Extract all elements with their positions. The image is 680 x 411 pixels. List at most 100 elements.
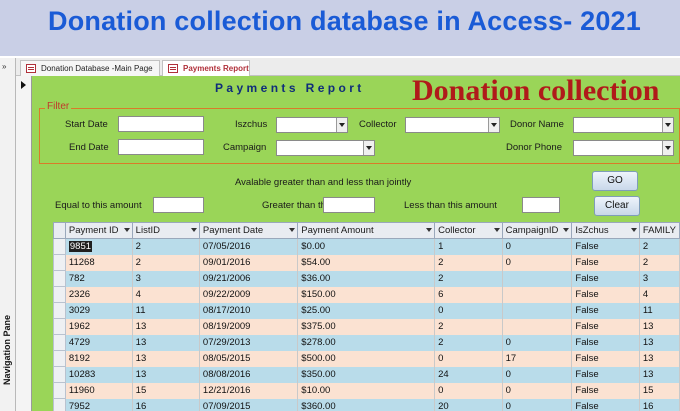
table-cell[interactable]: False	[571, 318, 640, 335]
column-header[interactable]: FAMILY	[638, 222, 680, 239]
table-row[interactable]: 782 3 09/21/2006 $36.00 2 False 3	[53, 270, 680, 287]
table-cell[interactable]: 11268	[65, 254, 133, 271]
start-date-input[interactable]	[118, 116, 204, 132]
table-cell[interactable]: False	[571, 334, 640, 351]
table-cell[interactable]: 07/05/2016	[199, 238, 299, 255]
table-row[interactable]: 7952 16 07/09/2015 $360.00 20 0 False 16	[53, 398, 680, 411]
row-selector[interactable]	[53, 302, 66, 319]
table-cell[interactable]: 13	[132, 366, 200, 383]
table-cell[interactable]: $0.00	[297, 238, 436, 255]
record-selector-strip[interactable]	[16, 76, 32, 411]
table-cell[interactable]: 0	[502, 254, 573, 271]
end-date-input[interactable]	[118, 139, 204, 155]
column-header[interactable]: ListID	[131, 222, 200, 239]
table-cell[interactable]: $25.00	[297, 302, 436, 319]
clear-button[interactable]: Clear	[594, 196, 640, 216]
table-cell[interactable]: 13	[639, 334, 680, 351]
chevron-down-icon[interactable]	[336, 118, 347, 132]
table-cell[interactable]: 2	[434, 334, 503, 351]
table-cell[interactable]: $500.00	[297, 350, 436, 367]
table-cell[interactable]: 1962	[65, 318, 133, 335]
table-cell[interactable]: 17	[502, 350, 573, 367]
table-cell[interactable]: 2	[639, 254, 680, 271]
table-cell[interactable]: 0	[502, 366, 573, 383]
table-cell[interactable]: False	[571, 254, 640, 271]
table-cell[interactable]: 08/17/2010	[199, 302, 299, 319]
iszchus-combo[interactable]	[276, 117, 348, 133]
table-cell[interactable]: $10.00	[297, 382, 436, 399]
row-selector[interactable]	[53, 286, 66, 303]
table-cell[interactable]: $278.00	[297, 334, 436, 351]
table-cell[interactable]: False	[571, 238, 640, 255]
table-cell[interactable]: 12/21/2016	[199, 382, 299, 399]
table-cell[interactable]: 9851	[65, 238, 133, 255]
table-cell[interactable]: 08/05/2015	[199, 350, 299, 367]
chevron-down-icon[interactable]	[563, 228, 570, 232]
table-cell[interactable]	[502, 270, 573, 287]
table-cell[interactable]: 782	[65, 270, 133, 287]
chevron-down-icon[interactable]	[123, 228, 130, 232]
table-cell[interactable]: 09/22/2009	[199, 286, 299, 303]
table-cell[interactable]: 2	[132, 238, 200, 255]
table-cell[interactable]	[502, 318, 573, 335]
table-cell[interactable]: 20	[434, 398, 503, 411]
table-cell[interactable]: 4	[132, 286, 200, 303]
table-cell[interactable]: 13	[639, 318, 680, 335]
table-cell[interactable]: False	[571, 270, 640, 287]
row-selector[interactable]	[53, 366, 66, 383]
table-cell[interactable]: 2	[434, 318, 503, 335]
column-header[interactable]: Collector	[434, 222, 503, 239]
table-row[interactable]: 4729 13 07/29/2013 $278.00 2 0 False 13	[53, 334, 680, 351]
table-row[interactable]: 11268 2 09/01/2016 $54.00 2 0 False 2	[53, 254, 680, 271]
chevron-down-icon[interactable]	[493, 228, 500, 232]
table-cell[interactable]: 8192	[65, 350, 133, 367]
table-row[interactable]: 1962 13 08/19/2009 $375.00 2 False 13	[53, 318, 680, 335]
chevron-down-icon[interactable]	[363, 141, 374, 155]
row-selector[interactable]	[53, 334, 66, 351]
table-cell[interactable]: 15	[132, 382, 200, 399]
table-cell[interactable]: 16	[132, 398, 200, 411]
equal-amount-input[interactable]	[153, 197, 204, 213]
donor-name-combo[interactable]	[573, 117, 674, 133]
table-cell[interactable]: $350.00	[297, 366, 436, 383]
table-cell[interactable]	[502, 302, 573, 319]
column-header[interactable]: Payment Date	[198, 222, 299, 239]
table-cell[interactable]: 15	[639, 382, 680, 399]
table-cell[interactable]: 11960	[65, 382, 133, 399]
row-selector[interactable]	[53, 382, 66, 399]
table-cell[interactable]: 16	[639, 398, 680, 411]
table-cell[interactable]: 13	[132, 350, 200, 367]
table-cell[interactable]	[502, 286, 573, 303]
row-selector[interactable]	[53, 238, 66, 255]
table-cell[interactable]: 2326	[65, 286, 133, 303]
campaign-combo[interactable]	[276, 140, 375, 156]
table-cell[interactable]: 0	[502, 382, 573, 399]
expand-chevron-icon[interactable]: »	[2, 62, 6, 71]
row-selector[interactable]	[53, 254, 66, 271]
table-cell[interactable]: False	[571, 366, 640, 383]
table-cell[interactable]: 11	[639, 302, 680, 319]
table-row[interactable]: 11960 15 12/21/2016 $10.00 0 0 False 15	[53, 382, 680, 399]
table-cell[interactable]: 3	[132, 270, 200, 287]
table-cell[interactable]: 13	[639, 350, 680, 367]
table-cell[interactable]: $375.00	[297, 318, 436, 335]
chevron-down-icon[interactable]	[662, 141, 673, 155]
table-cell[interactable]: $360.00	[297, 398, 436, 411]
table-cell[interactable]: 0	[434, 382, 503, 399]
table-cell[interactable]: 2	[132, 254, 200, 271]
tab-payments-report[interactable]: Payments Report	[162, 60, 250, 77]
table-row[interactable]: 3029 11 08/17/2010 $25.00 0 False 11	[53, 302, 680, 319]
table-cell[interactable]: 2	[434, 254, 503, 271]
donor-phone-combo[interactable]	[573, 140, 674, 156]
select-all-corner[interactable]	[53, 222, 66, 239]
chevron-down-icon[interactable]	[289, 228, 296, 232]
table-cell[interactable]: 6	[434, 286, 503, 303]
table-cell[interactable]: 10283	[65, 366, 133, 383]
table-cell[interactable]: $54.00	[297, 254, 436, 271]
table-cell[interactable]: 1	[434, 238, 503, 255]
table-row[interactable]: 2326 4 09/22/2009 $150.00 6 False 4	[53, 286, 680, 303]
table-cell[interactable]: 07/29/2013	[199, 334, 299, 351]
table-cell[interactable]: False	[571, 382, 640, 399]
collector-combo[interactable]	[405, 117, 500, 133]
chevron-down-icon[interactable]	[426, 228, 433, 232]
